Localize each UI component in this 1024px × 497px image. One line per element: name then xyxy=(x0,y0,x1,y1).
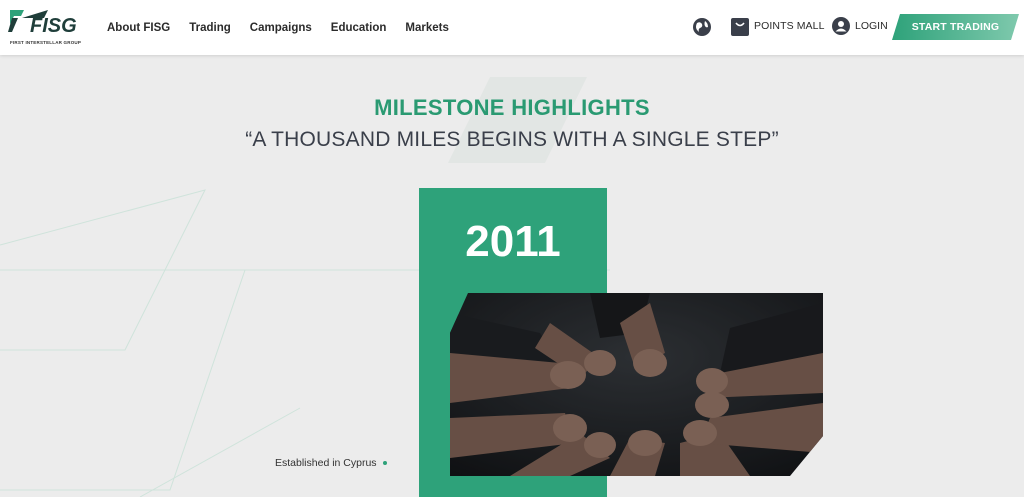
start-trading-button[interactable]: START TRADING xyxy=(892,14,1019,40)
nav-campaigns[interactable]: Campaigns xyxy=(250,22,312,34)
start-trading-label: START TRADING xyxy=(911,21,1000,33)
nav-education[interactable]: Education xyxy=(331,22,387,34)
milestone-photo xyxy=(450,293,823,476)
login-link[interactable]: LOGIN xyxy=(832,17,888,35)
shopping-bag-icon xyxy=(731,18,749,36)
points-mall-link[interactable]: POINTS MALL xyxy=(731,16,825,36)
section-title: MILESTONE HIGHLIGHTS xyxy=(374,95,650,120)
points-mall-label: POINTS MALL xyxy=(754,20,825,32)
logo-text: FISG xyxy=(30,15,77,37)
nav-trading[interactable]: Trading xyxy=(189,22,231,34)
timeline-dot xyxy=(383,461,387,465)
milestone-year: 2011 xyxy=(465,217,561,266)
globe-icon[interactable] xyxy=(692,17,712,37)
section-subtitle: “A THOUSAND MILES BEGINS WITH A SINGLE S… xyxy=(245,128,779,151)
nav-about-fisg[interactable]: About FISG xyxy=(107,22,170,34)
main-nav: About FISG Trading Campaigns Education M… xyxy=(107,0,468,55)
fisg-logo[interactable]: FISG FIRST INTERSTELLAR GROUP xyxy=(8,6,88,48)
login-label: LOGIN xyxy=(855,20,888,32)
logo-mark: FISG xyxy=(8,10,77,37)
nav-markets[interactable]: Markets xyxy=(405,22,448,34)
user-icon xyxy=(832,17,850,35)
top-navigation-bar: FISG FIRST INTERSTELLAR GROUP About FISG… xyxy=(0,0,1024,55)
milestone-caption: Established in Cyprus xyxy=(275,457,377,469)
logo-subtitle: FIRST INTERSTELLAR GROUP xyxy=(10,40,82,45)
